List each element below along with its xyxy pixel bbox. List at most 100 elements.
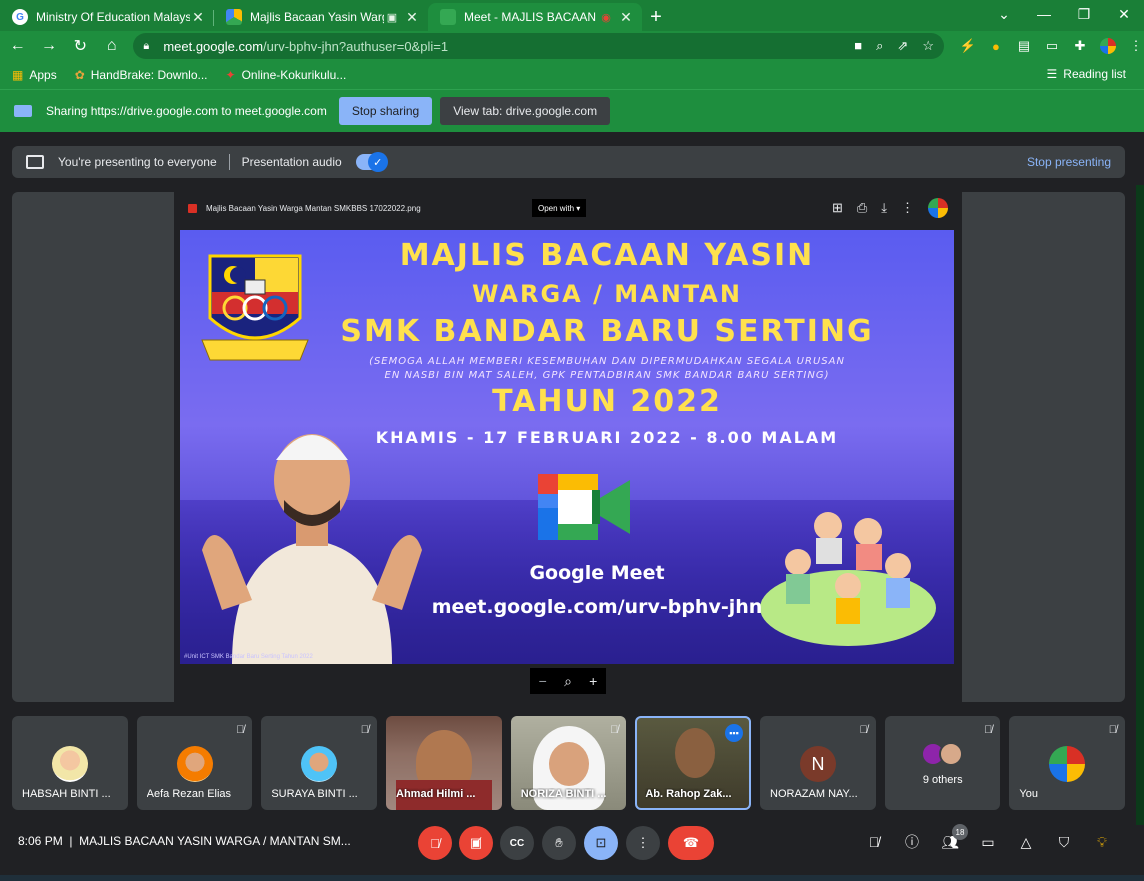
zoom-controls: − ⌕ + xyxy=(530,668,606,694)
participant-tile[interactable]: Ahmad Hilmi ... xyxy=(386,716,502,810)
share-icon[interactable]: ⇗ xyxy=(897,38,908,54)
reload-icon[interactable]: ↻ xyxy=(67,32,94,60)
meeting-time: 8:06 PM xyxy=(18,834,63,848)
viewer-actions: ⊞ ⎙ ⤓ ⋮ xyxy=(832,198,948,218)
back-icon[interactable]: ← xyxy=(4,32,31,60)
stop-sharing-button[interactable]: Stop sharing xyxy=(338,97,433,125)
zoom-in-icon[interactable]: + xyxy=(589,673,597,689)
address-path: /urv-bphv-jhn?authuser=0&pli=1 xyxy=(263,38,449,54)
background-window-edge xyxy=(1136,185,1144,825)
bookmark-star-icon[interactable]: ☆ xyxy=(922,38,934,54)
presenting-status: You're presenting to everyone xyxy=(58,155,217,169)
extension-window-icon[interactable]: ▭ xyxy=(1044,38,1060,54)
menu-icon[interactable]: ⋮ xyxy=(1128,38,1144,54)
presenting-bar: You're presenting to everyone Presentati… xyxy=(12,146,1125,178)
phone-hangup-icon: ☎︎ xyxy=(682,835,700,850)
mic-toggle-button[interactable]: 🎙̸ xyxy=(418,826,452,860)
add-comment-icon[interactable]: ⊞ xyxy=(832,200,843,216)
address-bar[interactable]: 🔒︎ meet.google.com/urv-bphv-jhn?authuser… xyxy=(133,33,944,59)
activities-button[interactable]: △ xyxy=(1016,832,1036,852)
zoom-out-icon[interactable]: − xyxy=(539,673,547,689)
participant-tile[interactable]: 🎙̸ SURAYA BINTI ... xyxy=(261,716,378,810)
chat-button[interactable]: ▭ xyxy=(978,832,998,852)
speaking-indicator-icon: ▪▪▪ xyxy=(725,724,744,742)
print-icon[interactable]: ⎙ xyxy=(857,200,867,216)
zoom-icon[interactable]: ⌕ xyxy=(876,38,883,54)
people-button[interactable]: 👥︎ 18 xyxy=(940,824,968,852)
raise-hand-button[interactable]: ✋︎ xyxy=(542,826,576,860)
meeting-details: 8:06 PM | MAJLIS BACAAN YASIN WARGA / MA… xyxy=(18,834,351,848)
leave-call-button[interactable]: ☎︎ xyxy=(668,826,714,860)
bookmark-apps[interactable]: ▦ Apps xyxy=(12,68,57,82)
minimize-icon[interactable]: — xyxy=(1024,0,1064,28)
bookmark-kokurikulum[interactable]: ✦ Online-Kokurikulu... xyxy=(226,68,347,82)
participant-tile[interactable]: 🎙̸ NORIZA BINTI ... xyxy=(510,716,627,810)
close-icon[interactable]: ✕ xyxy=(404,9,420,26)
extension-bulb-icon[interactable]: ● xyxy=(988,38,1004,54)
home-icon[interactable]: ⌂ xyxy=(98,32,125,60)
bookmark-label: HandBrake: Downlo... xyxy=(90,68,208,82)
more-icon[interactable]: ⋮ xyxy=(901,200,914,216)
poster-note-line1: (SEMOGA ALLAH MEMBERI KESEMBUHAN DAN DIP… xyxy=(369,356,845,367)
bookmark-handbrake[interactable]: ✿ HandBrake: Downlo... xyxy=(75,68,208,82)
host-controls-button[interactable]: 🎙̸ xyxy=(864,832,884,852)
zoom-icon[interactable]: ⌕ xyxy=(564,673,572,690)
mic-off-icon: 🎙̸ xyxy=(868,834,880,850)
restore-icon[interactable]: ❐ xyxy=(1064,0,1104,28)
mic-off-icon: 🎙̸ xyxy=(360,724,370,736)
window-icon: ▣ xyxy=(386,11,398,24)
participant-name: You xyxy=(1019,788,1038,800)
meeting-control-bar: 8:06 PM | MAJLIS BACAAN YASIN WARGA / MA… xyxy=(0,816,1144,868)
self-tile[interactable]: 🎙̸ You xyxy=(1009,716,1126,810)
lock-icon[interactable]: 🔒︎ xyxy=(143,40,157,53)
present-now-button[interactable]: ⊡ xyxy=(584,826,618,860)
host-safety-button[interactable]: ⛉ xyxy=(1054,832,1074,852)
extension-cast-icon[interactable]: ▤ xyxy=(1016,38,1032,54)
google-icon: G xyxy=(12,9,28,25)
close-icon[interactable]: ✕ xyxy=(190,9,206,26)
tab-drive[interactable]: Majlis Bacaan Yasin Warga M ▣ ✕ xyxy=(214,3,428,31)
avatar xyxy=(938,742,963,766)
account-avatar[interactable] xyxy=(928,198,948,218)
tab-search-icon[interactable]: ⌄ xyxy=(984,0,1024,28)
captions-button[interactable]: CC xyxy=(500,826,534,860)
divider xyxy=(228,154,230,170)
activities-icon: △ xyxy=(1020,833,1032,850)
more-options-button[interactable]: ⋮ xyxy=(626,826,660,860)
camera-icon[interactable]: ■ xyxy=(854,38,862,54)
participant-name: HABSAH BINTI ... xyxy=(22,788,111,800)
extensions-puzzle-icon[interactable]: ✚ xyxy=(1072,38,1088,54)
close-window-icon[interactable]: ✕ xyxy=(1104,0,1144,28)
mic-off-icon: 🎙̸ xyxy=(984,724,993,736)
others-tile[interactable]: 🎙̸ 9 others xyxy=(884,716,1001,810)
stop-presenting-button[interactable]: Stop presenting xyxy=(1027,155,1111,169)
lightbulb-button[interactable]: 💡︎ xyxy=(1092,832,1112,852)
file-name: Majlis Bacaan Yasin Warga Mantan SMKBBS … xyxy=(206,203,421,213)
mic-off-icon: 🎙̸ xyxy=(430,835,440,851)
presentation-audio-toggle[interactable]: ✓ xyxy=(355,152,388,172)
participant-tile[interactable]: 🎙̸ N NORAZAM NAY... xyxy=(760,716,876,810)
close-icon[interactable]: ✕ xyxy=(618,9,634,26)
participant-tile[interactable]: HABSAH BINTI ... xyxy=(12,716,128,810)
view-tab-button[interactable]: View tab: drive.google.com xyxy=(440,97,611,125)
video-feed-face xyxy=(548,742,589,786)
forward-icon[interactable]: → xyxy=(35,32,62,60)
participant-tile[interactable]: ▪▪▪ Ab. Rahop Zak... xyxy=(635,716,752,810)
reading-list-icon: ☰ xyxy=(1046,67,1058,81)
participant-tile[interactable]: 🎙̸ Aefa Rezan Elias xyxy=(136,716,253,810)
reading-list[interactable]: ☰ Reading list xyxy=(1047,67,1126,81)
tab-moe[interactable]: G Ministry Of Education Malaysia - ✕ xyxy=(0,3,214,31)
download-icon[interactable]: ⤓ xyxy=(881,200,887,216)
meeting-title: MAJLIS BACAAN YASIN WARGA / MANTAN SM... xyxy=(79,834,351,848)
profile-avatar[interactable] xyxy=(1099,38,1116,54)
camera-toggle-button[interactable]: ▣̸ xyxy=(459,826,493,860)
screen-share-bar: Sharing https://drive.google.com to meet… xyxy=(0,89,1144,132)
meeting-info-button[interactable]: ⓘ xyxy=(902,832,922,852)
extension-red-icon[interactable]: ⚡ xyxy=(960,38,976,54)
participant-name: Aefa Rezan Elias xyxy=(146,788,232,800)
tab-meet[interactable]: Meet - MAJLIS BACAAN YASI ◉ ✕ xyxy=(428,3,642,31)
mic-off-icon: 🎙̸ xyxy=(859,724,868,736)
open-with-button[interactable]: Open with ▾ xyxy=(532,199,587,217)
new-tab-button[interactable]: + xyxy=(642,3,670,31)
open-with-label: Open with xyxy=(538,203,575,213)
